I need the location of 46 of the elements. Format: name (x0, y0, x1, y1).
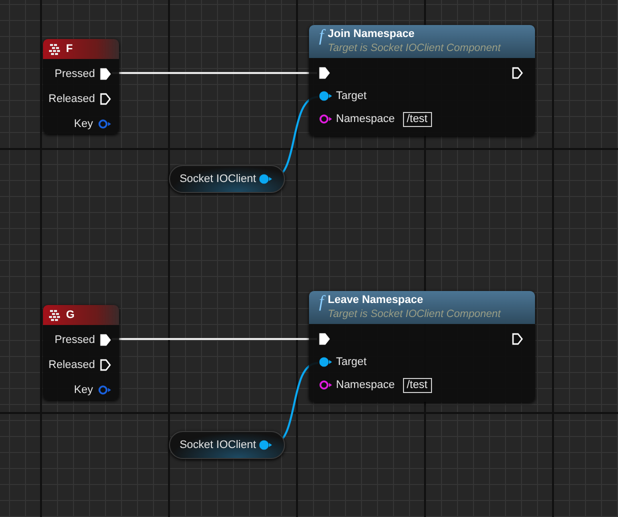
data-pin-icon[interactable] (319, 91, 332, 101)
function-node[interactable]: f Join Namespace Target is Socket IOClient Component Target Namespace /test (309, 25, 535, 136)
pin-label: Pressed (54, 68, 95, 80)
variable-node[interactable]: Socket IOClient (169, 165, 285, 193)
function-title: Join Namespace (328, 27, 416, 41)
value-field[interactable]: /test (402, 378, 432, 392)
variable-label: Socket IOClient (180, 439, 256, 451)
pin-label: Key (74, 384, 93, 396)
event-node[interactable]: F Pressed Released Key (43, 39, 119, 134)
pin-label: Namespace (336, 379, 395, 391)
function-subtitle: Target is Socket IOClient Component (328, 307, 501, 321)
keyboard-icon (49, 44, 61, 54)
exec-pin-icon[interactable] (100, 358, 111, 370)
function-glyph: f (319, 27, 324, 47)
exec-pin-icon[interactable] (512, 333, 523, 345)
pin-label: Target (336, 90, 367, 102)
data-pin-icon[interactable] (98, 118, 111, 128)
exec-pin-icon[interactable] (512, 67, 523, 79)
exec-pin-icon[interactable] (319, 67, 330, 79)
pin-label: Pressed (54, 334, 95, 346)
variable-node[interactable]: Socket IOClient (169, 431, 285, 459)
pin-label: Target (336, 356, 367, 368)
function-node[interactable]: f Leave Namespace Target is Socket IOClient Component Target Namespace /test (309, 291, 535, 402)
function-title: Leave Namespace (328, 293, 424, 307)
pin-label: Namespace (336, 113, 395, 125)
data-pin-icon[interactable] (319, 114, 332, 124)
pin-label: Released (48, 358, 95, 370)
exec-pin-icon[interactable] (100, 334, 111, 346)
exec-pin-icon[interactable] (100, 68, 111, 80)
pin-label: Key (74, 118, 93, 130)
data-pin-icon[interactable] (98, 384, 111, 394)
data-pin-icon[interactable] (319, 380, 332, 390)
keyboard-icon (49, 310, 61, 320)
function-subtitle: Target is Socket IOClient Component (328, 41, 501, 55)
event-title: F (66, 43, 73, 55)
pin-label: Released (48, 92, 95, 104)
variable-label: Socket IOClient (180, 173, 256, 185)
data-pin-icon[interactable] (259, 440, 272, 450)
event-title: G (66, 309, 75, 321)
data-pin-icon[interactable] (319, 357, 332, 367)
data-pin-icon[interactable] (259, 174, 272, 184)
function-glyph: f (319, 293, 324, 313)
event-node[interactable]: G Pressed Released Key (43, 305, 119, 400)
exec-pin-icon[interactable] (319, 333, 330, 345)
value-field[interactable]: /test (402, 112, 432, 126)
exec-pin-icon[interactable] (100, 92, 111, 104)
